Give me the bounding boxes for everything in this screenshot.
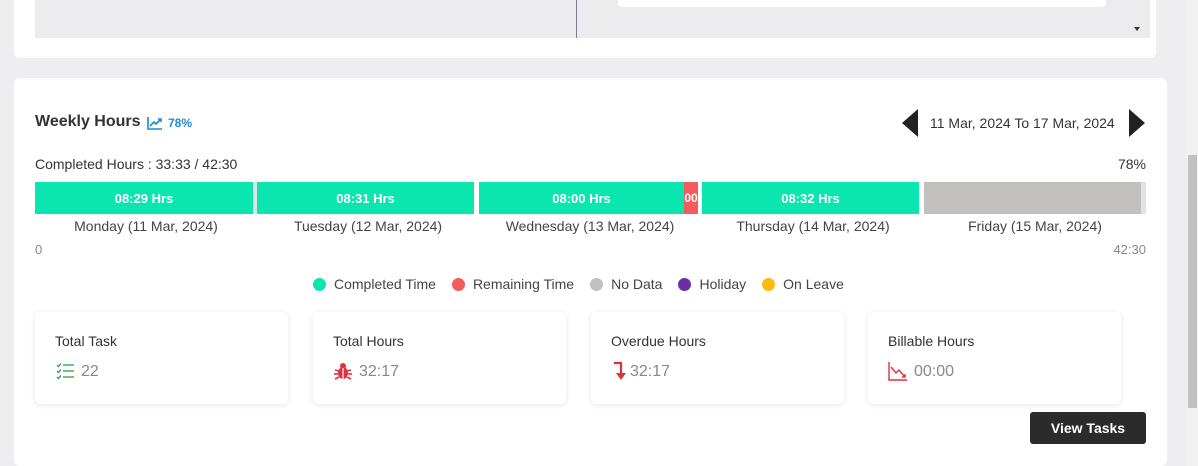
stat-card-total-hours[interactable]: Total Hours 32:17 xyxy=(313,312,566,404)
stat-title: Overdue Hours xyxy=(611,333,706,349)
weekly-hours-card xyxy=(14,78,1167,466)
legend-label: Remaining Time xyxy=(472,276,575,292)
stat-title: Billable Hours xyxy=(888,333,975,349)
bug-icon xyxy=(334,363,352,380)
page-scrollbar-thumb[interactable] xyxy=(1188,155,1197,408)
task-list-icon xyxy=(56,363,74,380)
bar-segment-wednesday-remaining[interactable]: 00 xyxy=(684,182,698,214)
stat-value: 32:17 xyxy=(359,363,400,380)
stat-value: 32:17 xyxy=(630,363,671,380)
bar-segment-monday-completed[interactable]: 08:29 Hrs xyxy=(35,182,253,214)
legend-on-leave: On Leave xyxy=(762,276,844,292)
day-label-tuesday: Tuesday (12 Mar, 2024) xyxy=(293,218,443,234)
bar-segment-friday-nodata[interactable] xyxy=(924,182,1141,214)
bar-segment-wednesday-completed[interactable]: 08:00 Hrs xyxy=(479,182,684,214)
stat-card-total-task[interactable]: Total Task 22 xyxy=(35,312,288,404)
trend-up-icon xyxy=(147,117,162,130)
legend-remaining-time: Remaining Time xyxy=(451,276,575,292)
legend-label: Holiday xyxy=(699,276,747,292)
legend-no-data: No Data xyxy=(590,276,662,292)
bar-legend: Completed Time Remaining Time No Data Ho… xyxy=(313,276,860,292)
weekly-hours-title: Weekly Hours xyxy=(35,113,141,130)
legend-dot-icon xyxy=(313,277,326,291)
day-label-wednesday: Wednesday (13 Mar, 2024) xyxy=(505,218,675,234)
legend-label: No Data xyxy=(611,276,663,292)
day-label-friday: Friday (15 Mar, 2024) xyxy=(968,218,1102,234)
legend-dot-icon xyxy=(762,277,776,291)
day-label-monday: Monday (11 Mar, 2024) xyxy=(74,218,218,234)
stat-value: 00:00 xyxy=(914,363,955,380)
arrow-down-icon xyxy=(614,361,626,380)
previous-panel-box xyxy=(618,0,1106,7)
bar-segment-thursday-completed[interactable]: 08:32 Hrs xyxy=(702,182,919,214)
stat-card-billable-hours[interactable]: Billable Hours 00:00 xyxy=(868,312,1121,404)
axis-max-label: 42:30 xyxy=(1113,242,1146,257)
day-label-thursday: Thursday (14 Mar, 2024) xyxy=(736,218,890,234)
legend-label: On Leave xyxy=(783,276,844,292)
bar-segment-end xyxy=(1141,182,1146,214)
stat-title: Total Hours xyxy=(333,333,404,349)
previous-panel-body xyxy=(35,0,1150,38)
bar-segment-tuesday-completed[interactable]: 08:31 Hrs xyxy=(257,182,474,214)
completion-percentage: 78% xyxy=(1117,156,1146,172)
completed-hours-label: Completed Hours : 33:33 / 42:30 xyxy=(35,156,238,172)
legend-holiday: Holiday xyxy=(678,276,746,292)
stat-card-overdue-hours[interactable]: Overdue Hours 32:17 xyxy=(591,312,844,404)
stat-title: Total Task xyxy=(55,333,117,349)
legend-dot-icon xyxy=(678,277,692,291)
next-week-arrow-icon[interactable] xyxy=(1129,109,1145,137)
legend-dot-icon xyxy=(451,277,465,291)
panel-divider xyxy=(576,0,577,38)
scroll-down-caret-icon[interactable] xyxy=(1134,27,1140,31)
chart-down-icon xyxy=(888,362,907,381)
legend-label: Completed Time xyxy=(334,276,436,292)
trend-percentage: 78% xyxy=(168,116,193,130)
previous-week-arrow-icon[interactable] xyxy=(902,109,918,137)
stat-value: 22 xyxy=(81,363,99,380)
legend-completed-time: Completed Time xyxy=(313,276,436,292)
legend-dot-icon xyxy=(590,277,604,291)
date-range-label: 11 Mar, 2024 To 17 Mar, 2024 xyxy=(930,115,1115,131)
view-tasks-button[interactable]: View Tasks xyxy=(1030,412,1146,444)
previous-panel xyxy=(14,0,1156,58)
axis-min-label: 0 xyxy=(35,242,43,257)
